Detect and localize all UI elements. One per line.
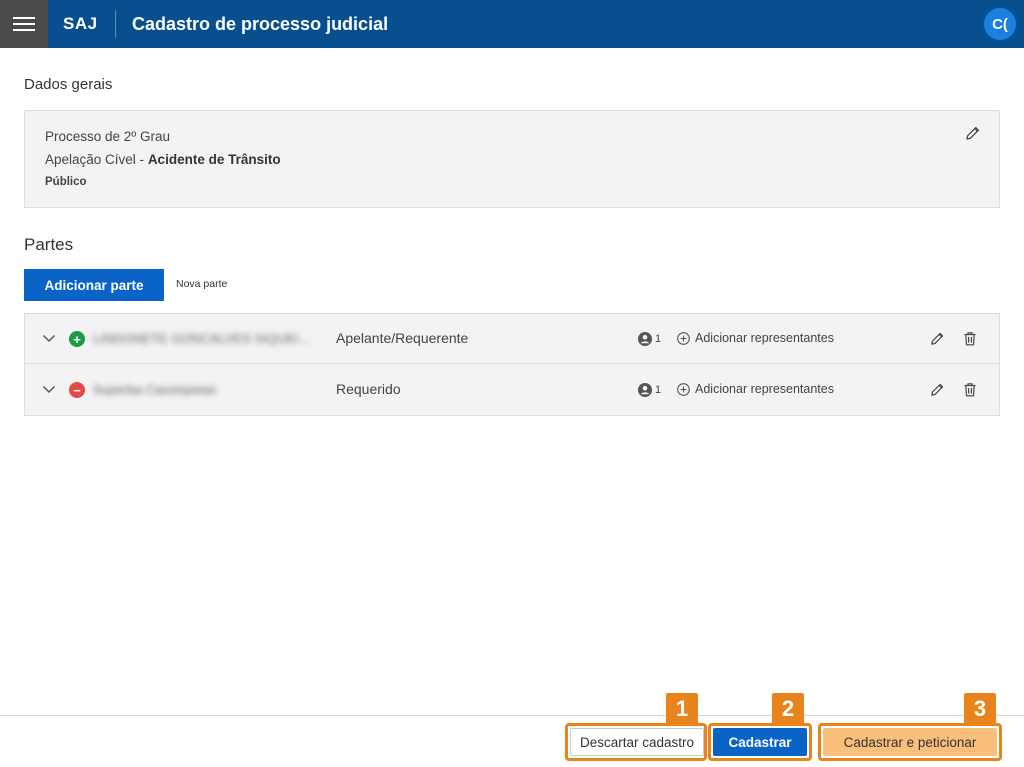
partes-heading: Partes	[24, 235, 74, 254]
list-item: − Superba Cassiopeias Requerido 1 Adicio…	[25, 365, 999, 415]
representantes-count: 1	[655, 384, 662, 396]
edit-pencil-icon[interactable]	[965, 125, 981, 146]
brand-logo[interactable]: SAJ	[63, 0, 98, 48]
process-class: Apelação Cível - Acidente de Trânsito	[45, 152, 281, 167]
chevron-down-icon[interactable]	[42, 382, 56, 401]
callout-number: 1	[666, 693, 698, 725]
nova-parte-link[interactable]: Nova parte	[176, 278, 227, 290]
representantes-count: 1	[655, 333, 662, 345]
dados-gerais-heading: Dados gerais	[24, 76, 113, 93]
top-bar: SAJ Cadastro de processo judicial C(	[0, 0, 1024, 48]
add-representantes-label: Adicionar representantes	[695, 331, 834, 345]
process-visibility: Público	[45, 176, 87, 188]
user-avatar[interactable]: C(	[984, 8, 1016, 40]
callout-highlight	[708, 723, 812, 761]
process-subject: Acidente de Trânsito	[147, 152, 281, 167]
party-name: LINDONETE GONCALVES SIQUEI...	[93, 331, 310, 346]
add-parte-button[interactable]: Adicionar parte	[24, 269, 164, 301]
hamburger-menu-icon[interactable]	[0, 0, 48, 48]
trash-icon[interactable]	[963, 331, 977, 351]
add-representantes-label: Adicionar representantes	[695, 382, 834, 396]
partes-list: + LINDONETE GONCALVES SIQUEI... Apelante…	[24, 313, 1000, 416]
page-title: Cadastro de processo judicial	[132, 14, 389, 34]
add-representantes-button[interactable]: Adicionar representantes	[677, 382, 834, 396]
party-role: Apelante/Requerente	[336, 330, 469, 346]
callout-highlight	[565, 723, 707, 761]
dados-gerais-card: Processo de 2º Grau Apelação Cível - Aci…	[24, 110, 1000, 208]
trash-icon[interactable]	[963, 382, 977, 402]
party-role: Requerido	[336, 381, 401, 397]
plus-circle-icon: +	[69, 331, 85, 347]
minus-circle-icon: −	[69, 382, 85, 398]
person-icon	[638, 332, 652, 351]
process-class-label: Apelação Cível -	[45, 152, 148, 167]
plus-circle-outline-icon	[677, 331, 690, 345]
chevron-down-icon[interactable]	[42, 331, 56, 350]
plus-circle-outline-icon	[677, 382, 690, 396]
edit-pencil-icon[interactable]	[930, 331, 945, 351]
callout-number: 3	[964, 693, 996, 725]
list-item: + LINDONETE GONCALVES SIQUEI... Apelante…	[25, 314, 999, 364]
add-representantes-button[interactable]: Adicionar representantes	[677, 331, 834, 345]
header-divider	[115, 10, 116, 38]
callout-number: 2	[772, 693, 804, 725]
edit-pencil-icon[interactable]	[930, 382, 945, 402]
callout-highlight	[818, 723, 1002, 761]
footer-divider	[0, 715, 1024, 716]
party-name: Superba Cassiopeias	[93, 382, 217, 397]
process-degree: Processo de 2º Grau	[45, 129, 170, 144]
person-icon	[638, 383, 652, 402]
